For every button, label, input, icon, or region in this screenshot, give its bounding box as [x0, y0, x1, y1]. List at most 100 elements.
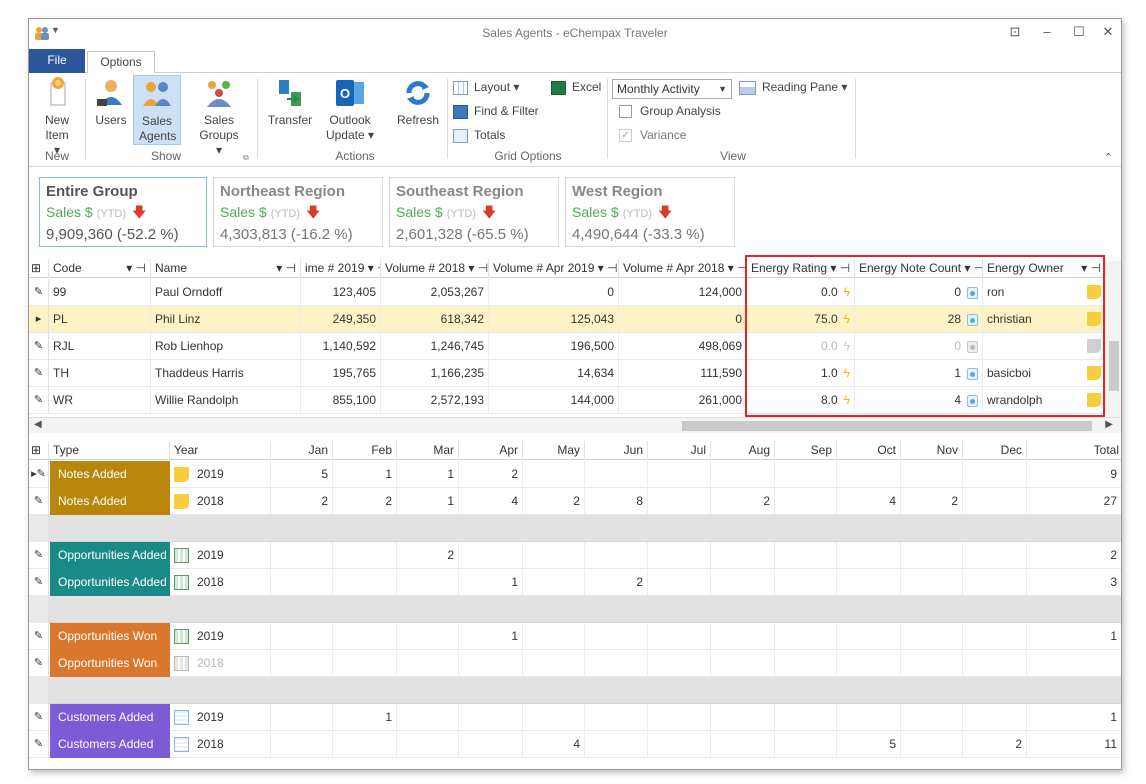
table-row[interactable]: ✎ RJL Rob Lienhop 1,140,592 1,246,745 196,500… [29, 333, 1121, 360]
cell-energy-rating[interactable]: 75.0 ϟ [747, 306, 855, 333]
agents-horizontal-scrollbar[interactable]: ◀ ▶ [29, 417, 1121, 433]
cell-energy-owner[interactable]: christian [983, 306, 1106, 333]
layout-button[interactable]: Layout ▾ [453, 79, 519, 97]
tab-options[interactable]: Options [87, 51, 155, 74]
scroll-left-icon[interactable]: ◀ [34, 419, 42, 430]
row-edit-pencil-icon[interactable]: ✎ [29, 731, 49, 758]
column-header-month[interactable]: Nov [901, 441, 963, 460]
refresh-button[interactable]: Refresh [393, 77, 443, 128]
sales-agents-button[interactable]: Sales Agents [133, 75, 181, 145]
column-header-energy-note-count[interactable]: Energy Note Count ▾ ⊣ [855, 259, 983, 278]
close-button[interactable]: ✕ [1097, 24, 1119, 40]
cell-energy-rating[interactable]: 0.0 ϟ [747, 333, 855, 360]
cell-energy-rating[interactable]: 1.0 ϟ [747, 360, 855, 387]
column-header-month[interactable]: Apr [461, 441, 523, 460]
kpi-card-entire-group[interactable]: Entire Group Sales $ (YTD) 🡇 9,909,360 (-5… [39, 177, 207, 247]
row-edit-pencil-icon[interactable]: ✎ [29, 488, 49, 515]
kpi-card-southeast[interactable]: Southeast Region Sales $ (YTD) 🡇 2,601,328… [389, 177, 559, 247]
row-indicator[interactable]: ✎ [29, 279, 49, 306]
transfer-button[interactable]: Transfer [265, 77, 315, 128]
reading-pane-button[interactable]: Reading Pane ▾ [739, 79, 847, 97]
row-edit-pencil-icon[interactable]: ✎ [29, 542, 49, 569]
dialog-launcher-icon[interactable]: ⧉ [243, 153, 249, 163]
column-header-total[interactable]: Total [1027, 441, 1121, 460]
scroll-thumb[interactable] [682, 421, 1092, 431]
tab-file[interactable]: File [29, 49, 85, 73]
cell-energy-rating[interactable]: 0.0 ϟ [747, 279, 855, 306]
table-row[interactable]: ✎ Opportunities Won 2018 [29, 650, 1121, 677]
cell-energy-note-count[interactable]: 28 [855, 306, 983, 333]
table-row[interactable]: ✎ 99 Paul Orndoff 123,405 2,053,267 0 124,000 0… [29, 279, 1121, 306]
activity-dropdown[interactable]: Monthly Activity ▼ [612, 79, 732, 99]
row-edit-pencil-icon[interactable]: ✎ [29, 623, 49, 650]
table-row[interactable]: ✎ Notes Added 2018 2 2 1 4 2 8 2 4 2 27 [29, 488, 1121, 515]
collapse-ribbon-icon[interactable]: ⌃ [1104, 151, 1113, 164]
column-header-month[interactable]: Jan [271, 441, 333, 460]
group-analysis-checkbox[interactable]: Group Analysis [619, 103, 721, 121]
kpi-card-northeast[interactable]: Northeast Region Sales $ (YTD) 🡇 4,303,813… [213, 177, 383, 247]
cell-energy-note-count[interactable]: 1 [855, 360, 983, 387]
pin-icon[interactable]: ▾ ⊣ [276, 259, 296, 277]
restore-ribbon-button[interactable]: ⊡ [1004, 24, 1026, 40]
cell-energy-note-count[interactable]: 0 [855, 333, 983, 360]
column-chooser-icon[interactable]: ⊞ [29, 259, 49, 278]
column-header-month[interactable]: Oct [839, 441, 901, 460]
excel-button[interactable]: Excel [551, 79, 601, 97]
scroll-right-icon[interactable]: ▶ [1105, 419, 1113, 430]
table-row[interactable]: ✎ TH Thaddeus Harris 195,765 1,166,235 14,634… [29, 360, 1121, 387]
column-header-month[interactable]: Mar [397, 441, 459, 460]
column-header-code[interactable]: Code ▾ ⊣ [49, 259, 151, 278]
column-header-month[interactable]: Dec [965, 441, 1027, 460]
new-item-button[interactable]: New Item ▾ [37, 77, 77, 158]
row-indicator[interactable]: ✎ [29, 360, 49, 387]
column-header-month[interactable]: Jul [649, 441, 711, 460]
table-row[interactable]: ✎ Opportunities Added 2018 1 2 3 [29, 569, 1121, 596]
row-edit-pencil-icon[interactable]: ✎ [29, 704, 49, 731]
scroll-thumb[interactable] [1109, 341, 1119, 391]
cell-energy-owner[interactable] [983, 333, 1106, 360]
totals-button[interactable]: Totals [453, 127, 505, 145]
cell-energy-note-count[interactable]: 0 [855, 279, 983, 306]
column-header-month[interactable]: Sep [775, 441, 837, 460]
variance-checkbox[interactable]: ✓ Variance [619, 127, 686, 145]
column-header-month[interactable]: Aug [713, 441, 775, 460]
column-header-type[interactable]: Type [49, 441, 170, 460]
row-indicator[interactable]: ✎ [29, 333, 49, 360]
row-edit-pencil-icon[interactable]: ▸✎ [29, 461, 49, 488]
column-header-volume-2018[interactable]: Volume # 2018 ▾ ⊣ [381, 259, 489, 278]
cell-energy-owner[interactable]: wrandolph [983, 387, 1106, 414]
find-filter-button[interactable]: Find & Filter [453, 103, 539, 121]
cell-energy-note-count[interactable]: 4 [855, 387, 983, 414]
table-row[interactable]: ✎ Opportunities Won 2019 1 1 [29, 623, 1121, 650]
column-header-energy-owner[interactable]: Energy Owner ▾ ⊣ [983, 259, 1106, 278]
agents-vertical-scrollbar[interactable] [1106, 261, 1121, 417]
table-row[interactable]: ✎ Customers Added 2018 4 5 2 11 [29, 731, 1121, 758]
minimize-button[interactable]: – [1036, 24, 1058, 39]
column-header-volume-apr-2019[interactable]: Volume # Apr 2019 ▾ ⊣ [489, 259, 619, 278]
column-header-energy-rating[interactable]: Energy Rating ▾ ⊣ [747, 259, 855, 278]
table-row[interactable]: ▸ PL Phil Linz 249,350 618,342 125,043 0 75.0 ϟ 2… [29, 306, 1121, 333]
maximize-button[interactable]: ☐ [1068, 24, 1090, 40]
users-button[interactable]: Users [91, 77, 131, 128]
pin-icon[interactable]: ▾ ⊣ [126, 259, 146, 277]
row-indicator[interactable]: ▸ [29, 306, 49, 333]
column-header-name[interactable]: Name ▾ ⊣ [151, 259, 301, 278]
pin-icon[interactable]: ▾ ⊣ [1081, 259, 1101, 277]
table-row[interactable]: ✎ Customers Added 2019 1 1 [29, 704, 1121, 731]
table-row[interactable]: ✎ WR Willie Randolph 855,100 2,572,193 144,00… [29, 387, 1121, 414]
row-edit-pencil-icon[interactable]: ✎ [29, 650, 49, 677]
cell-energy-rating[interactable]: 8.0 ϟ [747, 387, 855, 414]
column-header-month[interactable]: Jun [586, 441, 648, 460]
column-header-year[interactable]: Year [170, 441, 271, 460]
row-indicator[interactable]: ✎ [29, 387, 49, 414]
table-row[interactable]: ✎ Opportunities Added 2019 2 2 [29, 542, 1121, 569]
column-header-month[interactable]: Feb [335, 441, 397, 460]
column-header-volume-2019[interactable]: ime # 2019 ▾ ⊣ [301, 259, 381, 278]
sales-groups-button[interactable]: Sales Groups ▾ [193, 77, 245, 158]
outlook-update-button[interactable]: O Outlook Update ▾ [323, 77, 377, 143]
column-header-volume-apr-2018[interactable]: Volume # Apr 2018 ▾ ⊣ [619, 259, 747, 278]
column-header-month[interactable]: May [523, 441, 585, 460]
cell-energy-owner[interactable]: basicboi [983, 360, 1106, 387]
table-row[interactable]: ▸✎ Notes Added 2019 5 1 1 2 9 [29, 461, 1121, 488]
cell-energy-owner[interactable]: ron [983, 279, 1106, 306]
